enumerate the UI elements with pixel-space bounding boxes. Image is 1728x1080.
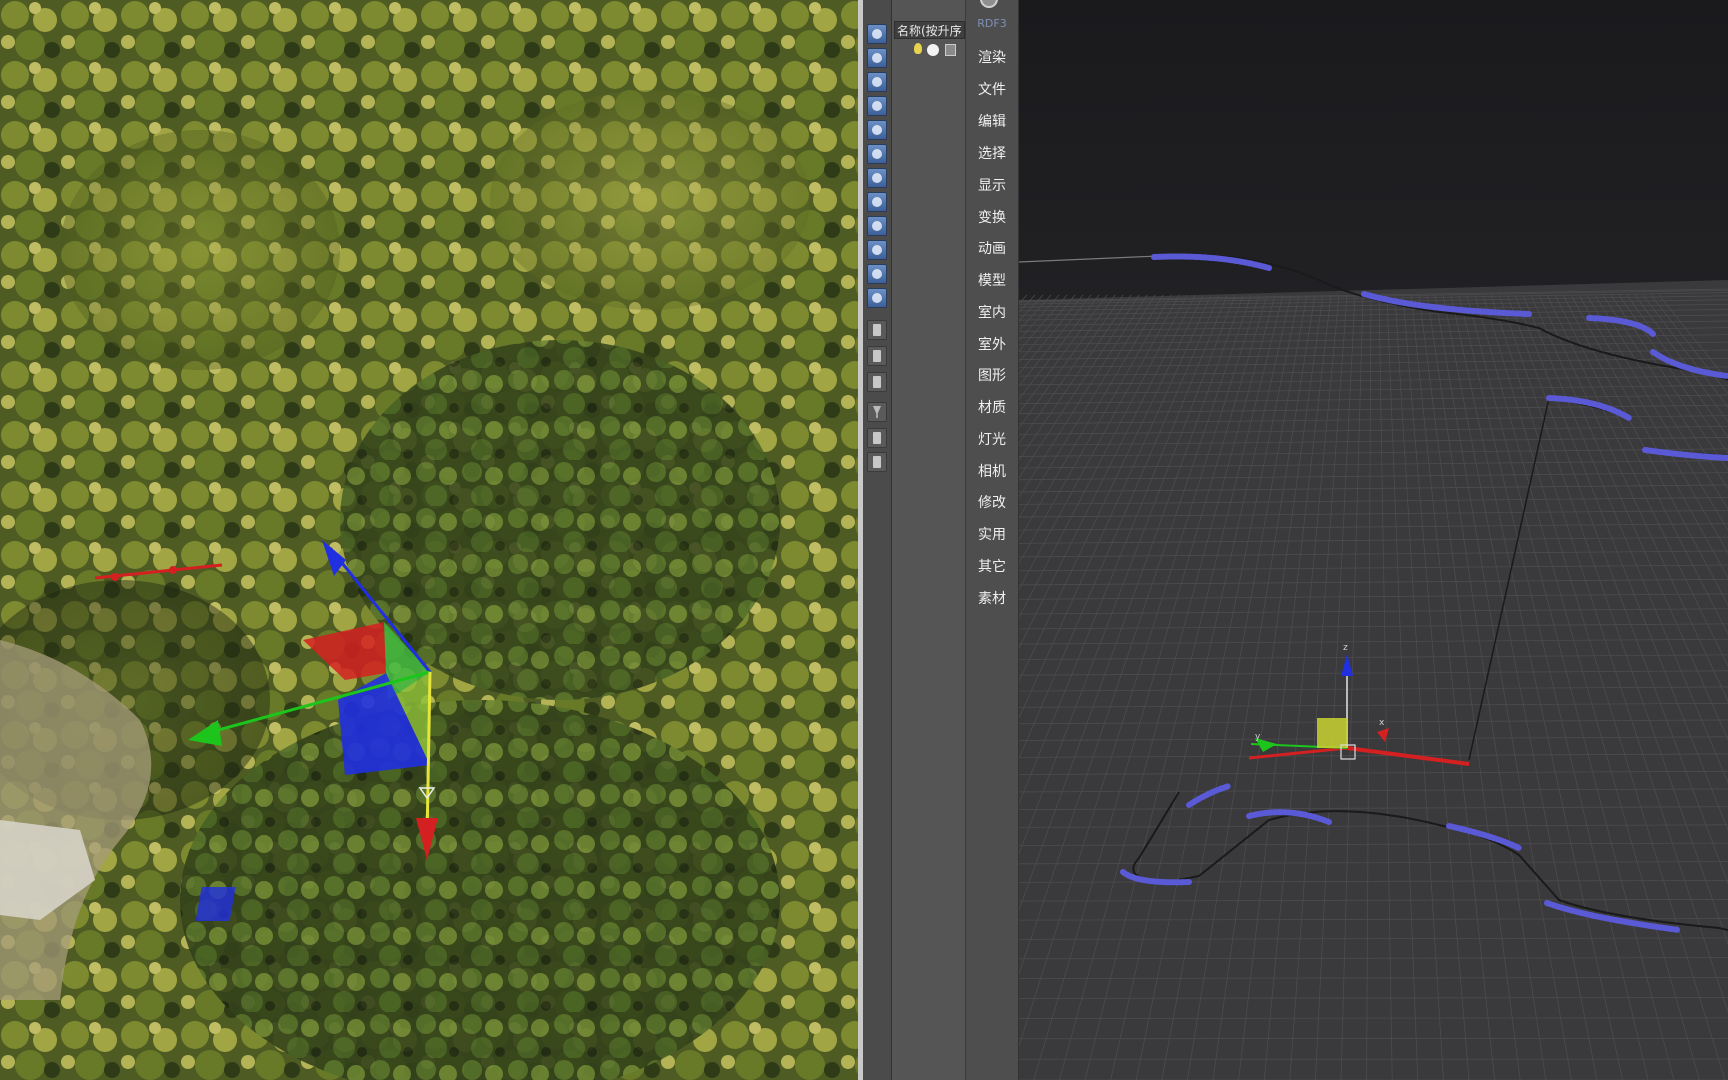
select-xrefs-icon[interactable] (867, 216, 887, 236)
sort-icon[interactable] (867, 452, 887, 472)
name-column-header[interactable]: 名称(按升序 (894, 21, 965, 39)
select-bones-icon[interactable] (867, 240, 887, 260)
invert-display-icon[interactable] (867, 372, 887, 392)
select-helpers-icon[interactable] (867, 144, 887, 164)
funnel-icon[interactable] (867, 402, 887, 422)
select-cameras-icon[interactable] (867, 120, 887, 140)
gizmo-x-label: x (1379, 718, 1385, 728)
select-spacewarps-icon[interactable] (867, 168, 887, 188)
menu-item-lights[interactable]: 灯光 (966, 429, 1018, 449)
menu-item-exterior[interactable]: 室外 (966, 334, 1018, 354)
menu-item-modify[interactable]: 修改 (966, 492, 1018, 512)
menu-item-shapes[interactable]: 图形 (966, 365, 1018, 385)
menu-item-file[interactable]: 文件 (966, 79, 1018, 99)
select-lights-icon[interactable] (867, 96, 887, 116)
menu-item-model[interactable]: 模型 (966, 270, 1018, 290)
funnel-options-icon[interactable] (867, 428, 887, 448)
menu-item-material[interactable]: 材质 (966, 397, 1018, 417)
wireframe-viewport[interactable]: z y x (1019, 0, 1728, 1080)
select-shapes-icon[interactable] (867, 72, 887, 92)
menu-item-other[interactable]: 其它 (966, 556, 1018, 576)
display-none-icon[interactable] (867, 24, 887, 44)
select-geometry-icon[interactable] (867, 48, 887, 68)
perspective-viewport-render[interactable] (0, 0, 858, 1080)
menu-item-animation[interactable]: 动画 (966, 238, 1018, 258)
menu-item-render[interactable]: 渲染 (966, 47, 1018, 67)
menu-item-camera[interactable]: 相机 (966, 461, 1018, 481)
gizmo-y-label: y (1255, 732, 1261, 742)
gizmo-z-label: z (1343, 643, 1348, 653)
display-none-list-icon[interactable] (867, 346, 887, 366)
menu-item-select[interactable]: 选择 (966, 143, 1018, 163)
menu-item-transform[interactable]: 变换 (966, 207, 1018, 227)
select-groups-icon[interactable] (867, 192, 887, 212)
scene-explorer-panel: 名称(按升序 (892, 0, 966, 1080)
wireframe-canvas: z y x (1019, 0, 1728, 1080)
renderable-bulb-icon[interactable] (914, 43, 922, 54)
menu-item-edit[interactable]: 编辑 (966, 111, 1018, 131)
plugin-brand: RDF3 (977, 17, 1007, 30)
menu-item-utilities[interactable]: 实用 (966, 524, 1018, 544)
plugin-logo-icon[interactable] (980, 0, 998, 8)
display-all-icon[interactable] (867, 320, 887, 340)
freeze-icon[interactable] (945, 44, 956, 56)
menu-item-interior[interactable]: 室内 (966, 302, 1018, 322)
select-frozen-icon[interactable] (867, 288, 887, 308)
column-toggle-icons (914, 43, 964, 59)
plugin-side-menu: RDF3 渲染 文件 编辑 选择 显示 变换 动画 模型 室内 室外 图形 材质… (966, 0, 1019, 1080)
select-containers-icon[interactable] (867, 264, 887, 284)
foliage-render-canvas (0, 0, 858, 1080)
menu-item-assets[interactable]: 素材 (966, 588, 1018, 608)
scene-explorer-toolbar (863, 0, 892, 1080)
visibility-icon[interactable] (927, 44, 939, 56)
menu-item-display[interactable]: 显示 (966, 175, 1018, 195)
